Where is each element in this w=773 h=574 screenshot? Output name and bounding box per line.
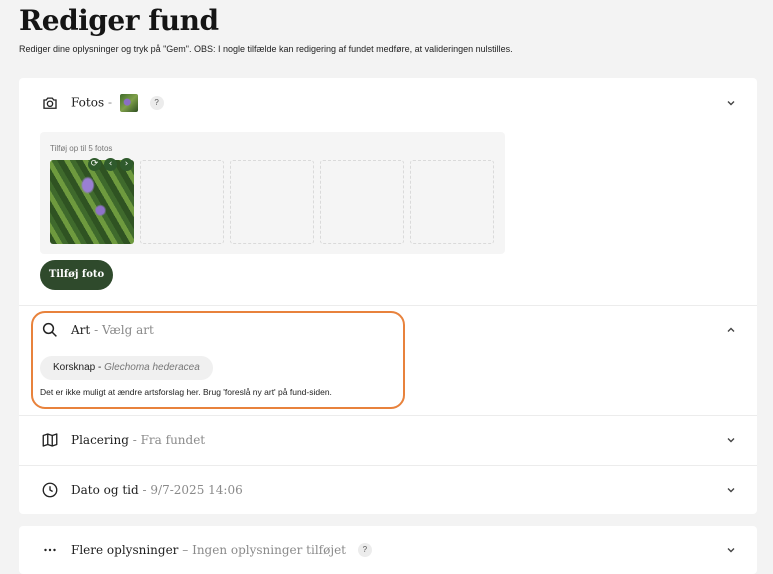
page-title: Rediger fund	[19, 4, 219, 37]
map-icon	[42, 433, 58, 447]
photos-label: Fotos	[71, 95, 105, 110]
location-section-header[interactable]: Placering - Fra fundet	[19, 415, 757, 465]
chevron-right-icon[interactable]: ›	[120, 158, 133, 171]
species-chip[interactable]: Korsknap - Glechoma hederacea	[40, 356, 213, 380]
datetime-section-header[interactable]: Dato og tid - 9/7-2025 14:06	[19, 465, 757, 515]
refresh-icon[interactable]: ⟳	[88, 158, 101, 171]
more-title: Flere oplysninger – Ingen oplysninger ti…	[71, 543, 372, 558]
clock-icon	[42, 482, 58, 498]
chevron-down-icon[interactable]	[725, 484, 737, 496]
photo-thumbnail-small	[119, 94, 138, 112]
search-icon	[42, 322, 57, 337]
empty-photo-slot[interactable]	[140, 160, 224, 244]
location-separator: -	[132, 433, 137, 447]
more-label: Flere oplysninger	[71, 542, 179, 557]
edit-form-card: Fotos - ? Tilføj op til 5 fotos ⟳ ‹ › Ti…	[19, 78, 757, 514]
species-common-name: Korsknap	[53, 362, 96, 373]
photos-title: Fotos - ?	[71, 94, 164, 112]
more-sub: Ingen oplysninger tilføjet	[192, 542, 346, 557]
datetime-label: Dato og tid	[71, 483, 139, 497]
photo-hint: Tilføj op til 5 fotos	[50, 144, 113, 153]
datetime-sub: 9/7-2025 14:06	[150, 483, 243, 497]
photos-help-icon[interactable]: ?	[149, 96, 164, 110]
empty-photo-slot[interactable]	[320, 160, 404, 244]
datetime-title: Dato og tid - 9/7-2025 14:06	[71, 483, 243, 497]
species-latin-name: Glechoma hederacea	[104, 362, 200, 373]
chevron-down-icon[interactable]	[725, 97, 737, 109]
species-chip-separator: -	[95, 362, 105, 373]
species-title: Art - Vælg art	[71, 323, 154, 337]
more-section-header[interactable]: Flere oplysninger – Ingen oplysninger ti…	[19, 526, 757, 574]
page-subtitle: Rediger dine oplysninger og tryk på "Gem…	[19, 44, 513, 54]
location-title: Placering - Fra fundet	[71, 433, 205, 447]
empty-photo-slot[interactable]	[230, 160, 314, 244]
location-sub: Fra fundet	[140, 433, 206, 447]
empty-photo-slot[interactable]	[410, 160, 494, 244]
datetime-separator: -	[142, 483, 147, 497]
species-sub: Vælg art	[101, 323, 154, 337]
chevron-down-icon[interactable]	[725, 544, 737, 556]
chevron-left-icon[interactable]: ‹	[104, 158, 117, 171]
more-separator: –	[182, 542, 189, 557]
location-label: Placering	[71, 433, 129, 447]
more-info-card: Flere oplysninger – Ingen oplysninger ti…	[19, 526, 757, 574]
chevron-down-icon[interactable]	[725, 434, 737, 446]
add-photo-button[interactable]: Tilføj foto	[40, 260, 113, 290]
uploaded-photo[interactable]	[50, 160, 134, 244]
species-separator: -	[94, 323, 99, 337]
species-section-header[interactable]: Art - Vælg art	[19, 305, 757, 355]
species-label: Art	[71, 323, 91, 337]
photos-section-header[interactable]: Fotos - ?	[19, 78, 757, 128]
camera-icon	[43, 97, 57, 109]
photos-separator: -	[107, 95, 112, 110]
photo-upload-area: Tilføj op til 5 fotos ⟳ ‹ ›	[40, 132, 505, 254]
more-help-icon[interactable]: ?	[357, 543, 372, 558]
ellipsis-icon	[44, 548, 56, 552]
chevron-up-icon[interactable]	[725, 324, 737, 336]
species-note: Det er ikke muligt at ændre artsforslag …	[40, 387, 332, 397]
